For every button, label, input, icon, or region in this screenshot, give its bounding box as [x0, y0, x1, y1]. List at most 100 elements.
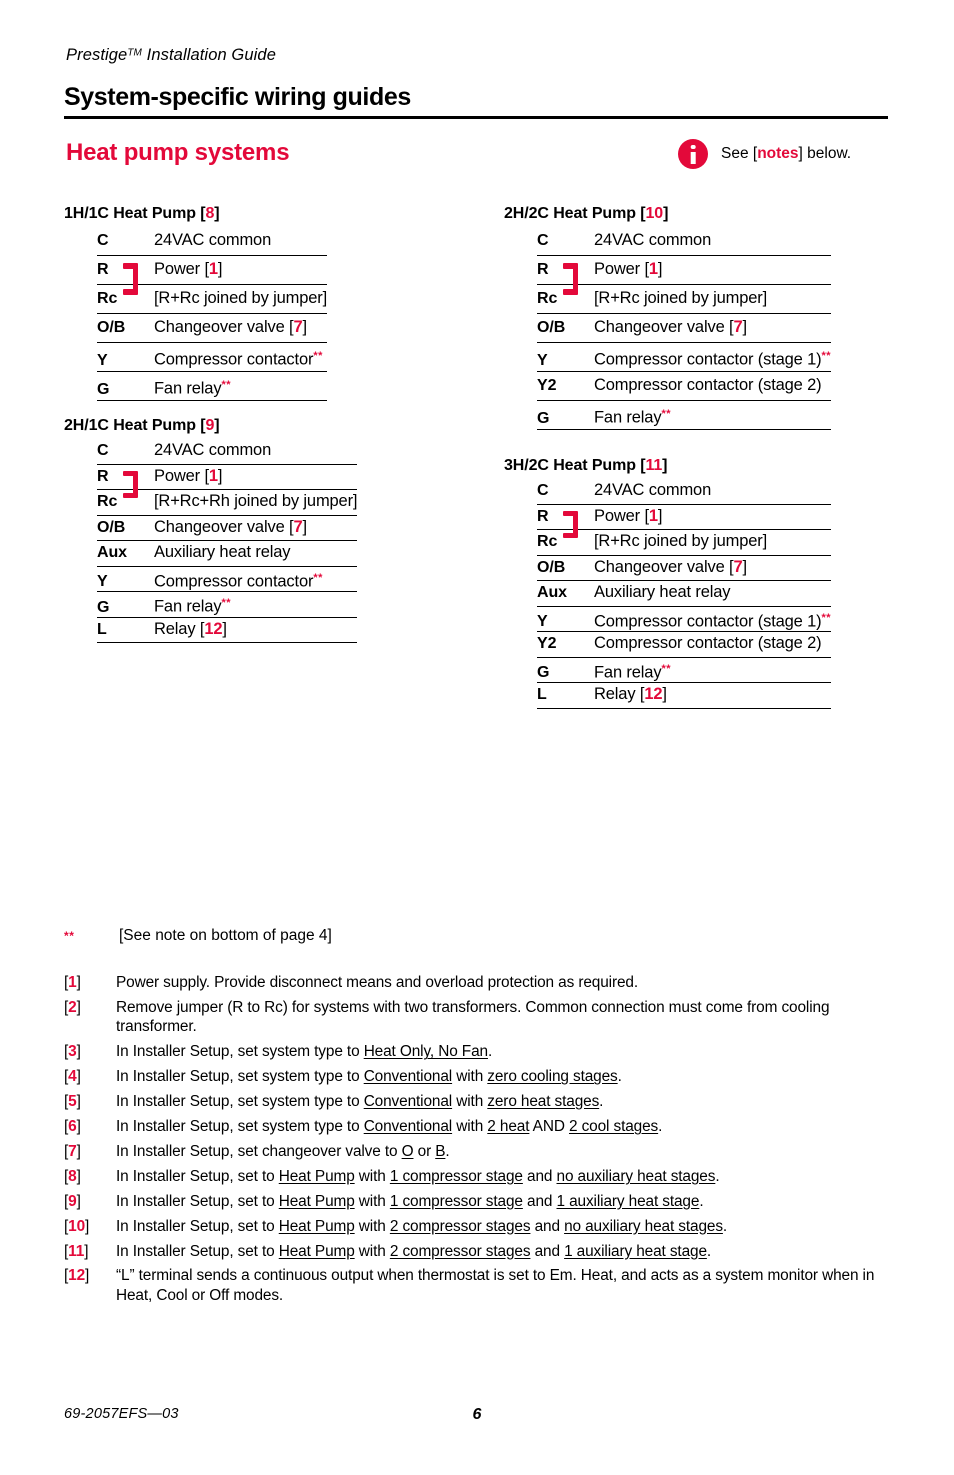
- terminal-description-text: Power [: [154, 466, 209, 485]
- terminal-description-text: Compressor contactor (stage 1): [594, 612, 822, 630]
- terminal-description-text: Compressor contactor (stage 2): [594, 376, 822, 394]
- terminal-description: Compressor contactor (stage 2): [594, 372, 822, 398]
- table-row: C 24VAC common: [537, 227, 832, 256]
- subsection-title: Heat pump systems: [66, 139, 290, 166]
- note-item: [12] “L” terminal sends a continuous outp…: [64, 1266, 912, 1305]
- terminal-description: 24VAC common: [594, 479, 711, 502]
- table-row: G Fan relay**: [97, 592, 358, 618]
- note-reference[interactable]: 12: [204, 620, 222, 638]
- note-text-segment: with: [452, 1118, 488, 1136]
- terminal-label: O/B: [97, 319, 126, 336]
- note-reference[interactable]: 1: [209, 260, 218, 278]
- note-text-segment: .: [487, 1043, 493, 1061]
- terminal-label: O/B: [537, 558, 566, 576]
- asterisk-footnote-text: [See note on bottom of page 4]: [119, 927, 332, 944]
- terminal-description: [R+Rc joined by jumper]: [594, 285, 767, 311]
- table-row: Rc [R+Rc+Rh joined by jumper]: [97, 490, 358, 516]
- note-number-value: 7: [68, 1142, 77, 1160]
- table-row: C 24VAC common: [97, 439, 358, 465]
- note-item: [10] In Installer Setup, set to Heat Pump…: [64, 1217, 912, 1237]
- note-setting-value: Heat Pump: [278, 1242, 355, 1260]
- terminal-description: Power [1]: [594, 256, 663, 282]
- note-text: In Installer Setup, set changeover valve…: [116, 1142, 912, 1162]
- table-row: Rc [R+Rc joined by jumper]: [537, 285, 832, 314]
- note-reference[interactable]: 7: [293, 518, 302, 536]
- table-row: Y2 Compressor contactor (stage 2): [537, 372, 832, 401]
- terminal-description-text: Fan relay: [594, 408, 662, 427]
- note-number: [12]: [64, 1267, 90, 1285]
- note-setting-value: 1 compressor stage: [389, 1192, 523, 1210]
- wiring-table-rows: C 24VAC common R Power [1] Rc [R+Rc joined by…: [537, 479, 832, 709]
- note-number-value: 2: [68, 998, 77, 1016]
- note-setting-value: Heat Pump: [278, 1167, 355, 1185]
- note-text-segment: In Installer Setup, set to: [116, 1242, 279, 1260]
- note-text-segment: .: [445, 1142, 450, 1160]
- wiring-table-note-ref[interactable]: 11: [645, 457, 662, 474]
- note-number: [5]: [64, 1093, 81, 1111]
- notes-list: [1] Power supply. Provide disconnect mean…: [64, 973, 912, 1311]
- terminal-label: Aux: [97, 544, 127, 561]
- note-reference[interactable]: 1: [209, 467, 218, 485]
- note-text: In Installer Setup, set system type to C…: [116, 1117, 912, 1137]
- note-reference[interactable]: 7: [733, 558, 742, 576]
- info-icon: [678, 139, 708, 169]
- note-text-segment: and: [530, 1242, 565, 1260]
- note-text-segment: Remove jumper (R to Rc) for systems with…: [116, 998, 830, 1036]
- terminal-description: Compressor contactor**: [154, 343, 323, 373]
- terminal-description-text: Fan relay: [154, 597, 222, 616]
- title-divider: [64, 116, 888, 119]
- table-row: Rc [R+Rc joined by jumper]: [537, 530, 832, 556]
- terminal-description: [R+Rc joined by jumper]: [154, 285, 327, 311]
- wiring-table-title-bracket: ]: [214, 205, 220, 222]
- note-text-segment: and: [522, 1192, 557, 1210]
- terminal-description: Relay [12]: [594, 683, 667, 706]
- note-text-segment: .: [715, 1167, 720, 1185]
- terminal-label: C: [537, 482, 549, 499]
- running-head-suffix: Installation Guide: [141, 46, 276, 64]
- terminal-description: Auxiliary heat relay: [594, 581, 731, 604]
- running-head: PrestigeTM Installation Guide: [66, 46, 276, 65]
- note-reference[interactable]: 1: [649, 507, 658, 525]
- wiring-table-title: 3H/2C Heat Pump [11]: [504, 457, 831, 475]
- note-reference-bracket: ]: [742, 557, 748, 576]
- terminal-label: Rc: [537, 290, 558, 307]
- see-notes-callout: See [notes] below.: [678, 139, 851, 169]
- note-setting-value: Heat Only, No Fan: [363, 1043, 488, 1061]
- wiring-table-title-text: 2H/1C Heat Pump [: [64, 417, 206, 434]
- note-number-value: 8: [68, 1167, 77, 1185]
- wiring-table-note-ref[interactable]: 8: [205, 205, 214, 222]
- note-reference[interactable]: 7: [733, 318, 742, 336]
- note-text: In Installer Setup, set to Heat Pump wit…: [116, 1242, 912, 1262]
- note-reference[interactable]: 1: [649, 260, 658, 278]
- note-text: Remove jumper (R to Rc) for systems with…: [116, 998, 912, 1037]
- terminal-description-text: 24VAC common: [594, 231, 712, 249]
- asterisk-reference: **: [661, 662, 671, 675]
- note-number: [11]: [64, 1242, 89, 1260]
- wiring-table-title-bracket: ]: [663, 205, 669, 222]
- note-text-segment: “L” terminal sends a continuous output w…: [116, 1267, 875, 1304]
- note-text-segment: In Installer Setup, set to: [116, 1217, 279, 1235]
- wiring-table-note-ref[interactable]: 10: [645, 205, 663, 222]
- terminal-description: Compressor contactor (stage 1)**: [594, 343, 831, 373]
- terminal-description: Fan relay**: [594, 658, 671, 685]
- note-reference[interactable]: 7: [293, 318, 302, 336]
- asterisk-reference: **: [821, 611, 832, 624]
- note-number-value: 10: [68, 1217, 86, 1235]
- callout-notes-link[interactable]: notes: [757, 145, 798, 162]
- table-row: Aux Auxiliary heat relay: [97, 541, 358, 567]
- terminal-label: R: [97, 261, 109, 278]
- terminal-description: Changeover valve [7]: [154, 516, 307, 539]
- wiring-table-title-bracket: ]: [214, 417, 220, 434]
- terminal-description-text: Compressor contactor (stage 2): [594, 634, 822, 652]
- note-reference[interactable]: 12: [644, 685, 662, 703]
- wiring-table-title-text: 1H/1C Heat Pump [: [64, 205, 206, 222]
- note-text-segment: AND: [529, 1118, 569, 1136]
- terminal-description: 24VAC common: [154, 439, 271, 462]
- note-item: [5] In Installer Setup, set system type t…: [64, 1092, 912, 1112]
- terminal-label: Y: [97, 351, 108, 369]
- note-number-value: 11: [68, 1242, 85, 1260]
- terminal-label: Y2: [537, 377, 557, 394]
- table-row: Y2 Compressor contactor (stage 2): [537, 632, 832, 658]
- table-row: G Fan relay**: [97, 372, 328, 401]
- wiring-table-note-ref[interactable]: 9: [205, 417, 214, 434]
